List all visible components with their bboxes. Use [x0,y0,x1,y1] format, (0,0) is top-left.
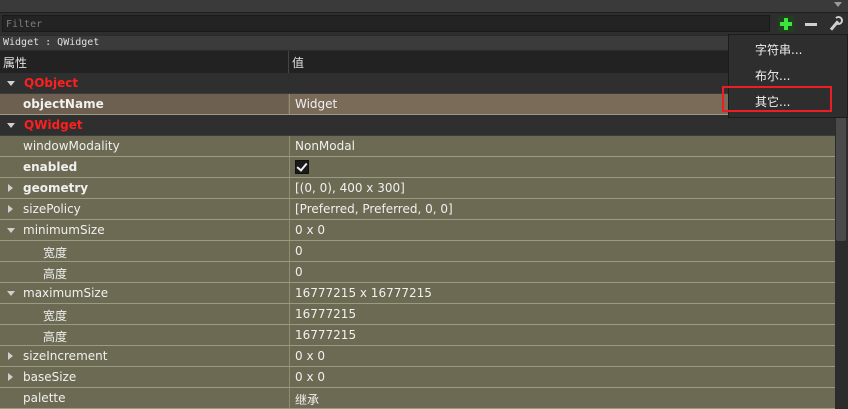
group-name: QObject [24,76,79,90]
property-value[interactable]: 0 x 0 [295,223,325,237]
property-value[interactable]: Widget [295,97,337,111]
expand-arrow-icon[interactable] [7,291,15,296]
group-row-qwidget[interactable]: QWidget [0,115,835,136]
collapsed-arrow-icon[interactable] [8,352,13,360]
property-row-maximumsize-width[interactable]: 宽度 16777215 [0,304,835,325]
enabled-checkbox[interactable] [295,160,309,174]
property-value[interactable]: 0 [295,265,303,279]
property-rows: QObject objectName Widget QWidget window… [0,73,835,409]
property-name: enabled [23,160,78,174]
property-value[interactable]: 0 x 0 [295,349,325,363]
property-row-sizepolicy[interactable]: sizePolicy [Preferred, Preferred, 0, 0] [0,199,835,220]
top-bar [0,0,848,13]
configure-button[interactable] [826,16,843,32]
property-value[interactable]: [Preferred, Preferred, 0, 0] [295,202,453,216]
property-column-header[interactable]: 属性 [3,54,27,71]
property-name: palette [23,391,66,405]
property-value[interactable]: 16777215 [295,328,356,342]
property-row-basesize[interactable]: baseSize 0 x 0 [0,367,835,388]
menu-item-string[interactable]: 字符串... [729,37,847,59]
expand-arrow-icon[interactable] [7,81,15,86]
property-name: objectName [23,97,104,111]
property-row-windowmodality[interactable]: windowModality NonModal [0,136,835,157]
property-row-sizeincrement[interactable]: sizeIncrement 0 x 0 [0,346,835,367]
property-name: maximumSize [23,286,109,300]
property-value[interactable]: 0 [295,244,303,258]
group-row-qobject[interactable]: QObject [0,73,835,94]
expand-arrow-icon[interactable] [7,123,15,128]
expand-arrow-icon[interactable] [7,228,15,233]
property-name: 高度 [43,330,68,344]
property-name: geometry [23,181,89,195]
property-value[interactable]: [(0, 0), 400 x 300] [295,181,405,195]
property-name: minimumSize [23,223,105,237]
property-row-minimumsize-width[interactable]: 宽度 0 [0,241,835,262]
collapsed-arrow-icon[interactable] [8,205,13,213]
property-name: baseSize [23,370,77,384]
property-name: 高度 [43,267,68,281]
property-name: sizeIncrement [23,349,108,363]
menu-item-label: 字符串... [755,43,803,57]
property-row-objectname[interactable]: objectName Widget [0,94,835,115]
property-row-enabled[interactable]: enabled [0,157,835,178]
property-row-geometry[interactable]: geometry [(0, 0), 400 x 300] [0,178,835,199]
collapsed-arrow-icon[interactable] [8,373,13,381]
scrollbar-thumb[interactable] [836,115,846,241]
value-column-header[interactable]: 值 [292,54,304,71]
filter-input[interactable]: Filter [2,15,770,32]
remove-property-button[interactable] [803,16,819,32]
highlight-annotation [722,86,832,112]
property-row-minimumsize-height[interactable]: 高度 0 [0,262,835,283]
menu-item-label: 布尔... [755,69,791,83]
property-value[interactable]: 继承 [295,391,319,408]
property-value[interactable]: 16777215 [295,307,356,321]
property-value[interactable]: 0 x 0 [295,370,325,384]
property-row-maximumsize-height[interactable]: 高度 16777215 [0,325,835,346]
property-name: sizePolicy [23,202,81,216]
filter-row: Filter [0,13,848,35]
property-row-maximumsize[interactable]: maximumSize 16777215 x 16777215 [0,283,835,304]
property-name: windowModality [23,139,120,153]
property-row-palette[interactable]: palette 继承 [0,388,835,409]
property-row-minimumsize[interactable]: minimumSize 0 x 0 [0,220,835,241]
menu-item-bool[interactable]: 布尔... [729,63,847,85]
column-separator[interactable] [288,51,289,73]
property-name: 宽度 [43,246,68,260]
property-name: 宽度 [43,309,68,323]
object-class-label: Widget : QWidget [0,36,848,50]
group-name: QWidget [24,118,83,132]
add-property-button[interactable] [778,16,794,32]
property-table-header: 属性 值 [0,51,848,74]
collapsed-arrow-icon[interactable] [8,184,13,192]
dropdown-arrow-icon[interactable] [834,2,842,7]
property-value[interactable]: NonModal [295,139,355,153]
property-value[interactable]: 16777215 x 16777215 [295,286,432,300]
